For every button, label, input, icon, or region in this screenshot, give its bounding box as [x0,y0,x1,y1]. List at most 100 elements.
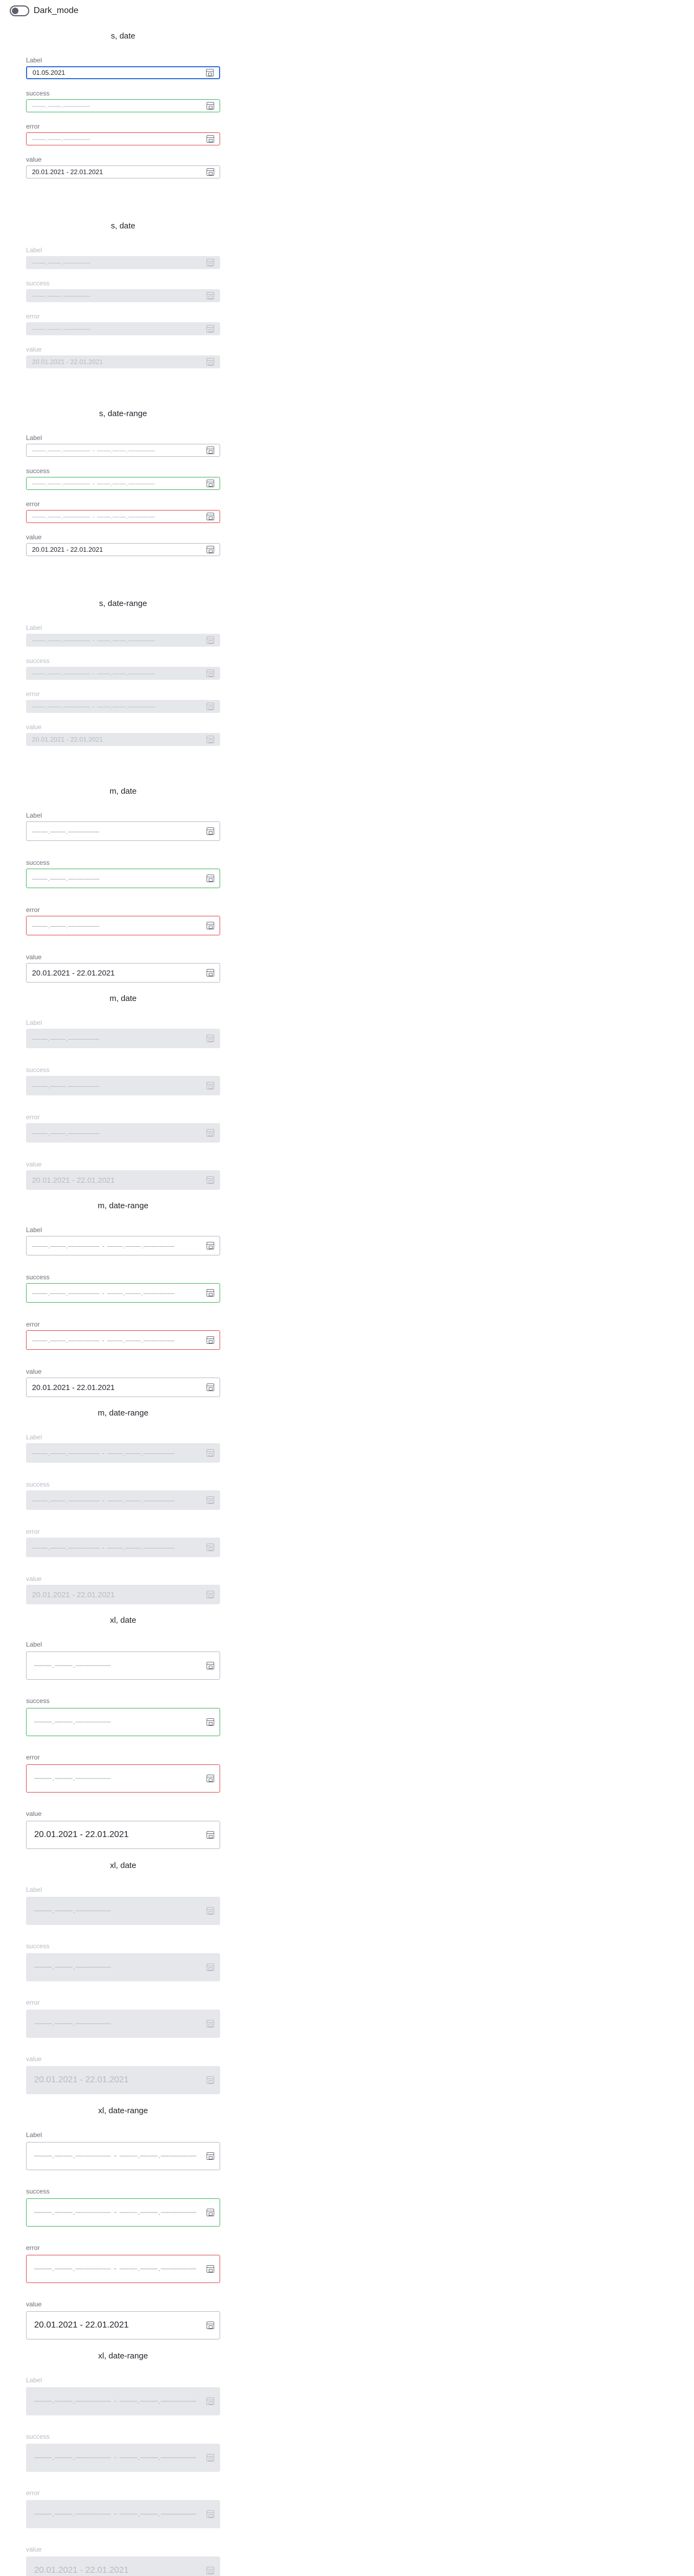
calendar-icon [207,1449,214,1457]
field-label: value [26,2300,42,2308]
date-input-error: ——.——.———— [26,322,220,335]
calendar-icon[interactable] [207,102,214,110]
date-input-label[interactable]: ——.——.———— [26,1652,220,1680]
calendar-icon [207,1544,214,1551]
date-input-error[interactable]: ——.——.———— - ——.——.———— [26,2255,220,2283]
field-label: value [26,1810,42,1818]
section-title: m, date-range [98,1408,149,1418]
calendar-icon[interactable] [207,1662,214,1669]
date-input-success[interactable]: ——.——.———— - ——.——.———— [26,1283,220,1303]
date-input-success[interactable]: ——.——.———— - ——.——.———— [26,477,220,490]
calendar-icon[interactable] [207,1718,214,1726]
field-label: Label [26,2376,42,2384]
calendar-icon[interactable] [207,135,214,143]
section-title: xl, date-range [98,2351,148,2361]
date-input-success[interactable]: ——.——.———— [26,1708,220,1736]
calendar-icon [207,1963,214,1971]
calendar-icon[interactable] [207,2209,214,2216]
date-input-label[interactable]: ——.——.———— - ——.——.———— [26,444,220,457]
date-input-error[interactable]: ——.——.———— [26,1764,220,1793]
date-input-success[interactable]: ——.——.———— [26,869,220,888]
input-placeholder: ——.——.———— [32,874,100,883]
calendar-icon[interactable] [207,827,214,835]
date-input-label[interactable]: 01.05.2021 [26,66,220,79]
date-input-value[interactable]: 20.01.2021 - 22.01.2021 [26,165,220,178]
date-input-success[interactable]: ——.——.———— [26,99,220,112]
calendar-icon[interactable] [207,969,214,977]
dark-mode-toggle[interactable] [10,5,29,16]
field-label: Label [26,812,42,819]
date-input-value[interactable]: 20.01.2021 - 22.01.2021 [26,2311,220,2339]
field-label: success [26,2433,50,2440]
field-label: error [26,906,40,914]
date-input-label[interactable]: ——.——.———— [26,821,220,841]
calendar-icon[interactable] [207,2322,214,2329]
field-label: error [26,313,40,320]
section-title: s, date-range [99,599,147,608]
date-input-error[interactable]: ——.——.———— [26,916,220,935]
calendar-icon[interactable] [207,875,214,882]
input-placeholder: ——.——.———— - ——.——.———— [32,1496,175,1504]
input-value: 20.01.2021 - 22.01.2021 [34,2320,129,2330]
calendar-icon[interactable] [207,2265,214,2273]
calendar-icon [207,1496,214,1504]
calendar-icon[interactable] [207,168,214,176]
calendar-icon [207,2454,214,2462]
calendar-icon [207,2398,214,2405]
date-input-value: 20.01.2021 - 22.01.2021 [26,733,220,746]
field-label: success [26,1066,50,1074]
input-placeholder: ——.——.———— - ——.——.———— [32,669,156,677]
field-label: Label [26,1641,42,1648]
date-input-label[interactable]: ——.——.———— - ——.——.———— [26,1236,220,1255]
date-input-value[interactable]: 20.01.2021 - 22.01.2021 [26,963,220,983]
calendar-icon[interactable] [207,1775,214,1782]
calendar-icon[interactable] [207,922,214,929]
calendar-icon[interactable] [206,69,214,76]
date-input-label: ——.——.———— - ——.——.———— [26,634,220,647]
calendar-icon [207,325,214,333]
date-input-value[interactable]: 20.01.2021 - 22.01.2021 [26,1378,220,1397]
calendar-icon [207,2510,214,2518]
input-value: 20.01.2021 - 22.01.2021 [32,1176,115,1184]
input-placeholder: ——.——.———— [34,2019,111,2028]
field-label: value [26,1368,42,1375]
input-placeholder: ——.——.———— [34,1906,111,1915]
calendar-icon [207,2076,214,2084]
calendar-icon[interactable] [207,480,214,487]
calendar-icon[interactable] [207,1831,214,1839]
input-placeholder: ——.——.———— - ——.——.———— [32,1543,175,1552]
dark-mode-toggle-row: Dark_mode [10,5,79,16]
date-input-value[interactable]: 20.01.2021 - 22.01.2021 [26,1821,220,1849]
date-input-label[interactable]: ——.——.———— - ——.——.———— [26,2142,220,2170]
calendar-icon [207,703,214,710]
date-input-value[interactable]: 20.01.2021 - 22.01.2021 [26,543,220,556]
field-label: error [26,1113,40,1121]
calendar-icon[interactable] [207,447,214,454]
dark-mode-label: Dark_mode [34,6,79,15]
calendar-icon[interactable] [207,1383,214,1391]
date-input-label: ——.——.———— [26,256,220,269]
field-label: error [26,2489,40,2497]
calendar-icon[interactable] [207,513,214,520]
calendar-icon[interactable] [207,1242,214,1249]
field-label: Label [26,624,42,632]
input-placeholder: ——.——.———— [32,135,91,143]
date-input-error[interactable]: ——.——.———— - ——.——.———— [26,1330,220,1350]
calendar-icon [207,2567,214,2574]
input-placeholder: ——.——.———— - ——.——.———— [32,480,156,487]
calendar-icon[interactable] [207,546,214,553]
section-title: s, date [111,31,136,41]
date-input-error[interactable]: ——.——.———— - ——.——.———— [26,510,220,523]
calendar-icon[interactable] [207,1336,214,1344]
field-label: value [26,953,42,961]
date-input-success[interactable]: ——.——.———— - ——.——.———— [26,2198,220,2227]
field-label: value [26,533,42,541]
calendar-icon[interactable] [207,2152,214,2160]
date-input-error[interactable]: ——.——.———— [26,132,220,145]
date-input-label: ——.——.———— - ——.——.———— [26,1443,220,1463]
field-label: success [26,1481,50,1488]
field-label: value [26,346,42,353]
calendar-icon[interactable] [207,1289,214,1297]
date-input-success: ——.——.———— [26,289,220,302]
date-input-success: ——.——.———— [26,1953,220,1981]
